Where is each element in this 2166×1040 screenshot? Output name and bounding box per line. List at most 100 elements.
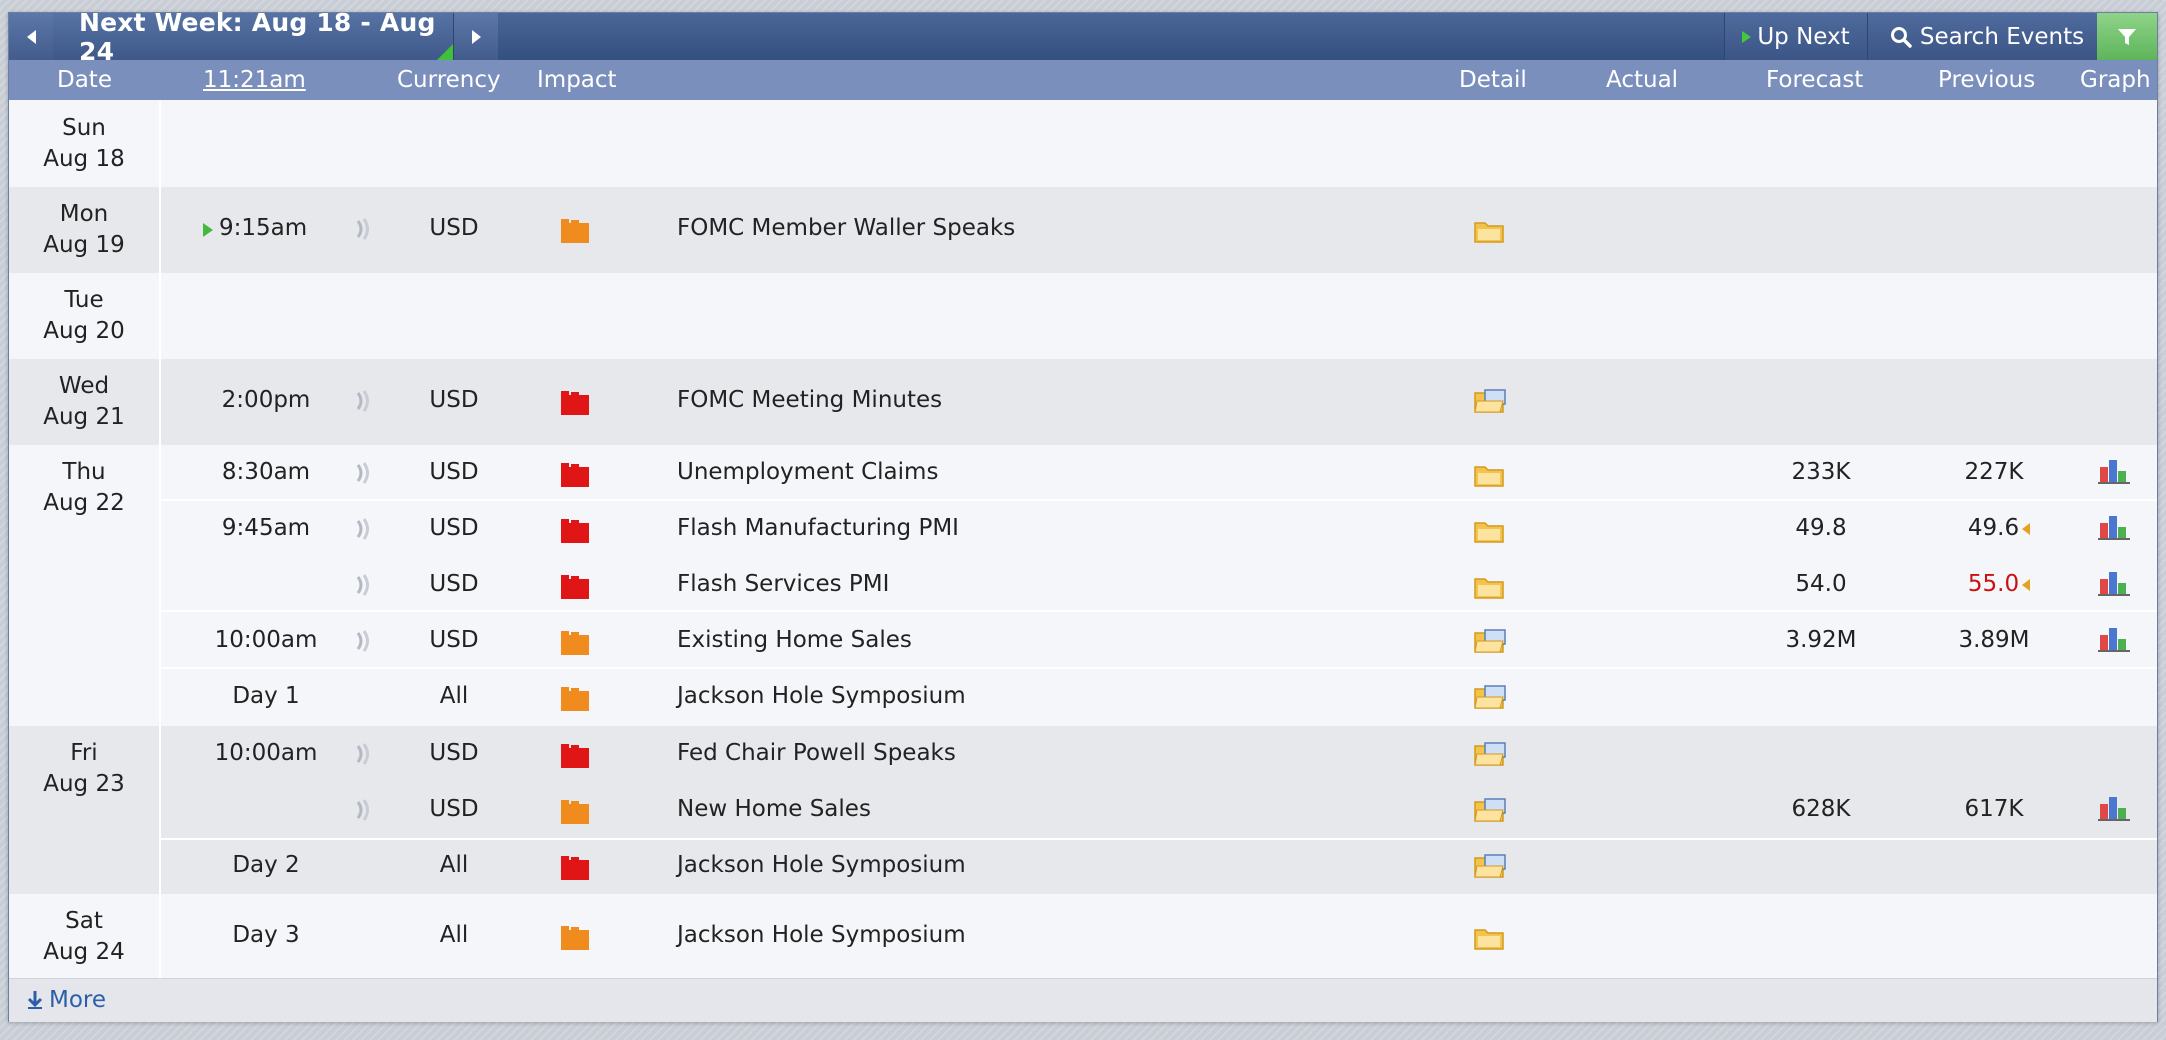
event-previous: 55.0 — [1919, 571, 2079, 597]
day-of-week: Wed — [58, 373, 110, 399]
bar-chart-icon[interactable] — [2097, 569, 2131, 597]
event-divider — [161, 499, 2157, 501]
day-label: Tue Aug 20 — [9, 285, 159, 347]
impact-folder-icon — [561, 926, 589, 950]
event-time: Day 3 — [232, 922, 300, 948]
folder-icon[interactable] — [1473, 461, 1507, 489]
folder-icon[interactable] — [1473, 924, 1507, 952]
previous-value: 49.6 — [1967, 515, 2020, 541]
event-title[interactable]: Fed Chair Powell Speaks — [677, 740, 956, 766]
event-divider — [161, 667, 2157, 669]
header-impact: Impact — [537, 67, 617, 93]
next-week-button[interactable] — [453, 13, 498, 60]
day-of-week: Tue — [64, 287, 104, 313]
event-title[interactable]: FOMC Meeting Minutes — [677, 387, 942, 413]
event-previous: 3.89M — [1958, 627, 2030, 653]
download-arrow-icon — [27, 991, 43, 1009]
event-time: 10:00am — [214, 740, 318, 766]
event-time: Day 1 — [232, 683, 300, 709]
header-current-time[interactable]: 11:21am — [203, 67, 306, 93]
event-divider — [161, 838, 2157, 840]
event-title[interactable]: Jackson Hole Symposium — [677, 922, 966, 948]
impact-folder-icon — [561, 631, 589, 655]
event-currency: USD — [429, 387, 479, 413]
speaker-wave-icon[interactable] — [353, 461, 375, 485]
day-row-mon: Mon Aug 19 9:15am USD FOMC Member Waller… — [9, 187, 2157, 273]
arrow-right-icon — [471, 29, 481, 44]
filter-button[interactable] — [2097, 13, 2157, 60]
event-time: 8:30am — [221, 459, 311, 485]
bar-chart-icon[interactable] — [2097, 457, 2131, 485]
column-divider — [159, 187, 161, 273]
event-title[interactable]: FOMC Member Waller Speaks — [677, 215, 1015, 241]
event-time: 9:15am — [219, 215, 308, 241]
folder-open-icon[interactable] — [1473, 796, 1507, 824]
impact-folder-icon — [561, 687, 589, 711]
bar-chart-icon[interactable] — [2097, 625, 2131, 653]
event-title[interactable]: Jackson Hole Symposium — [677, 683, 966, 709]
event-title[interactable]: Existing Home Sales — [677, 627, 912, 653]
day-of-week: Sun — [62, 115, 106, 141]
revised-arrow-icon[interactable] — [2022, 522, 2031, 535]
column-header-row: Date 11:21am Currency Impact Detail Actu… — [9, 60, 2157, 100]
event-title[interactable]: Flash Services PMI — [677, 571, 889, 597]
impact-folder-icon — [561, 219, 589, 243]
folder-open-icon[interactable] — [1473, 740, 1507, 768]
speaker-wave-icon[interactable] — [353, 389, 375, 413]
impact-folder-icon — [561, 744, 589, 768]
speaker-wave-icon[interactable] — [353, 742, 375, 766]
speaker-wave-icon[interactable] — [353, 573, 375, 597]
day-label: Sat Aug 24 — [9, 906, 159, 968]
header-currency: Currency — [397, 67, 501, 93]
event-previous: 49.6 — [1919, 515, 2079, 541]
folder-icon[interactable] — [1473, 573, 1507, 601]
event-title[interactable]: Jackson Hole Symposium — [677, 852, 966, 878]
event-title[interactable]: New Home Sales — [677, 796, 871, 822]
column-divider — [159, 273, 161, 359]
more-label: More — [49, 987, 107, 1013]
day-of-week: Sat — [65, 908, 103, 934]
event-title[interactable]: Flash Manufacturing PMI — [677, 515, 959, 541]
speaker-wave-icon[interactable] — [353, 798, 375, 822]
day-date: Aug 20 — [43, 318, 125, 344]
event-currency: All — [439, 852, 469, 878]
bar-chart-icon[interactable] — [2097, 794, 2131, 822]
folder-open-icon[interactable] — [1473, 627, 1507, 655]
filter-icon — [2118, 28, 2136, 45]
more-link[interactable]: More — [27, 987, 106, 1013]
header-graph: Graph — [2080, 67, 2151, 93]
up-next-label: Up Next — [1757, 23, 1850, 50]
event-time: 2:00pm — [221, 387, 311, 413]
day-of-week: Mon — [59, 201, 109, 227]
event-forecast: 3.92M — [1785, 627, 1857, 653]
folder-open-icon[interactable] — [1473, 683, 1507, 711]
search-events-button[interactable]: Search Events — [1867, 13, 2106, 60]
impact-folder-icon — [561, 575, 589, 599]
calendar-footer: More — [9, 978, 2157, 1022]
folder-open-icon[interactable] — [1473, 387, 1507, 415]
bar-chart-icon[interactable] — [2097, 513, 2131, 541]
event-title[interactable]: Unemployment Claims — [677, 459, 938, 485]
day-of-week: Thu — [62, 459, 106, 485]
day-date: Aug 21 — [43, 404, 125, 430]
day-date: Aug 19 — [43, 232, 125, 258]
search-events-label: Search Events — [1919, 23, 2085, 50]
event-currency: USD — [429, 515, 479, 541]
week-title[interactable]: Next Week: Aug 18 - Aug 24 — [53, 8, 453, 66]
event-forecast: 628K — [1791, 796, 1851, 822]
revised-arrow-icon[interactable] — [2022, 578, 2031, 591]
speaker-wave-icon[interactable] — [353, 629, 375, 653]
calendar-top-bar: Next Week: Aug 18 - Aug 24 Up Next Searc… — [9, 8, 2157, 66]
folder-open-icon[interactable] — [1473, 852, 1507, 880]
header-date: Date — [57, 67, 112, 93]
speaker-wave-icon[interactable] — [353, 517, 375, 541]
speaker-wave-icon[interactable] — [353, 217, 375, 241]
day-label: Wed Aug 21 — [9, 371, 159, 433]
day-label: Sun Aug 18 — [9, 113, 159, 175]
folder-icon[interactable] — [1473, 217, 1507, 245]
up-next-button[interactable]: Up Next — [1724, 13, 1867, 60]
next-event-marker-icon — [203, 223, 213, 237]
header-actual: Actual — [1606, 67, 1679, 93]
previous-week-button[interactable] — [9, 13, 53, 60]
folder-icon[interactable] — [1473, 517, 1507, 545]
